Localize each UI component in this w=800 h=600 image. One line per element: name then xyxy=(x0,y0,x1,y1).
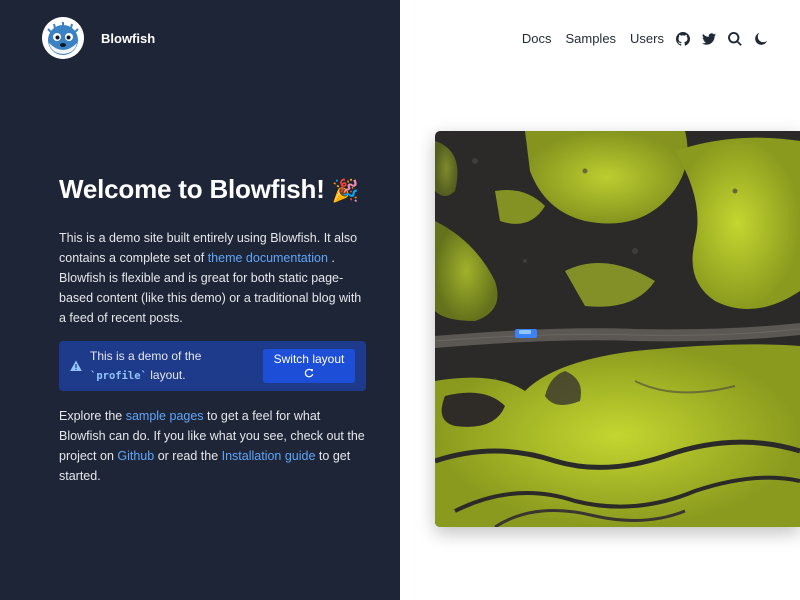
installation-guide-link[interactable]: Installation guide xyxy=(222,449,316,463)
site-brand[interactable]: Blowfish xyxy=(42,17,155,59)
alert-text-before: This is a demo of the xyxy=(90,348,202,363)
top-nav: Docs Samples Users xyxy=(522,31,768,46)
switch-layout-label: Switch layout xyxy=(273,352,345,366)
intro-paragraph: This is a demo site built entirely using… xyxy=(59,228,369,328)
page-title-text: Welcome to Blowfish! xyxy=(59,174,325,204)
switch-layout-button[interactable]: Switch layout xyxy=(263,349,355,383)
moon-icon[interactable] xyxy=(754,32,768,46)
alert-text-after: layout. xyxy=(146,367,186,382)
aerial-landscape-road-image xyxy=(435,131,800,527)
nav-link-docs[interactable]: Docs xyxy=(522,31,552,46)
party-popper-emoji: 🎉 xyxy=(331,178,359,203)
alert-code: `profile` xyxy=(90,369,147,382)
blowfish-logo-icon[interactable] xyxy=(42,17,84,59)
site-name[interactable]: Blowfish xyxy=(101,31,155,46)
nav-link-samples[interactable]: Samples xyxy=(565,31,616,46)
theme-documentation-link[interactable]: theme documentation xyxy=(208,251,328,265)
twitter-icon[interactable] xyxy=(702,32,716,46)
github-icon[interactable] xyxy=(676,31,690,46)
sample-pages-link[interactable]: sample pages xyxy=(126,409,204,423)
nav-link-users[interactable]: Users xyxy=(630,31,664,46)
explore-text-3: or read the xyxy=(154,449,222,463)
page-title: Welcome to Blowfish! 🎉 xyxy=(59,174,359,205)
alert-message: This is a demo of the `profile` layout. xyxy=(90,347,250,386)
layout-alert: This is a demo of the `profile` layout. … xyxy=(59,341,366,391)
explore-paragraph: Explore the sample pages to get a feel f… xyxy=(59,406,369,486)
search-icon[interactable] xyxy=(728,31,742,46)
explore-text-1: Explore the xyxy=(59,409,126,423)
github-link[interactable]: Github xyxy=(117,449,154,463)
reload-icon xyxy=(304,368,314,378)
warning-triangle-icon xyxy=(70,360,82,371)
